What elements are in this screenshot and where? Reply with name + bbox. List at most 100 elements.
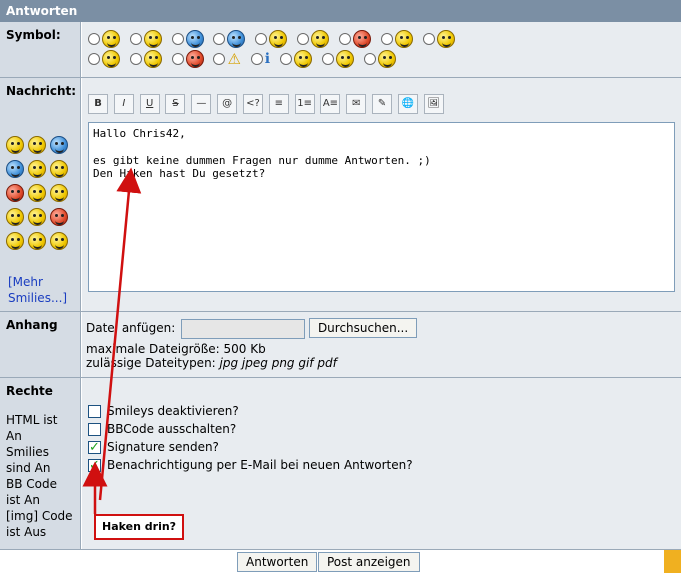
tongue-icon[interactable]: [27, 183, 46, 202]
symbol-option[interactable]: [321, 50, 354, 68]
symbol-label-cell: Symbol:: [0, 22, 81, 77]
pen-button[interactable]: ✎: [372, 94, 393, 114]
allowed-types: zulässige Dateitypen: jpg jpeg png gif p…: [86, 356, 337, 370]
submit-button[interactable]: Antworten: [237, 552, 318, 572]
symbol-option[interactable]: [129, 50, 162, 68]
bold-button[interactable]: B: [88, 94, 108, 114]
symbol-options: ⚠ ℹ: [82, 22, 681, 77]
editor-toolbar: B I U S — @ <? ≡ 1≡ A≡ ✉ ✎ 🌐 🖼: [88, 94, 446, 114]
attachment-label: Anhang: [6, 318, 58, 332]
thumbs-down-icon[interactable]: [27, 231, 46, 250]
symbol-option[interactable]: [88, 30, 120, 48]
shocked-icon: [394, 30, 413, 48]
checkbox[interactable]: [88, 457, 101, 475]
option-disable-smilies[interactable]: Smileys deaktivieren?: [88, 402, 675, 420]
message-line: es gibt keine dummen Fragen nur dumme An…: [93, 154, 431, 167]
bottom-bar: Antworten Post anzeigen: [0, 550, 681, 573]
browse-button[interactable]: Durchsuchen...: [308, 318, 418, 338]
warning-icon: ⚠: [227, 50, 241, 68]
message-textarea[interactable]: Hallo Chris42, es gibt keine dummen Frage…: [88, 122, 675, 292]
permissions-row: Rechte HTML ist An Smilies sind An BB Code is…: [0, 378, 681, 550]
sad-icon[interactable]: [49, 135, 68, 154]
symbol-option[interactable]: [279, 50, 312, 68]
preview-button[interactable]: Post anzeigen: [318, 552, 420, 572]
attachment-label-cell: Anhang: [0, 312, 81, 377]
ordered-list-button[interactable]: 1≡: [294, 94, 315, 114]
smile-icon[interactable]: [6, 135, 24, 154]
message-label: Nachricht:: [6, 84, 77, 98]
attachment-content: Datei anfügen: Durchsuchen... maximale D…: [82, 312, 681, 377]
rolleyes-icon[interactable]: [6, 207, 24, 226]
symbol-option[interactable]: [422, 30, 455, 48]
message-line: Den Haken hast Du gesetzt?: [93, 167, 266, 180]
thumbs-down-icon: [377, 50, 396, 68]
permissions-label: Rechte: [6, 384, 53, 398]
cool-icon: [311, 30, 330, 48]
embarrassed-icon[interactable]: [6, 183, 24, 202]
list-button[interactable]: ≡: [268, 94, 289, 114]
info-icon: ℹ: [264, 51, 271, 67]
mad-icon[interactable]: [49, 207, 68, 226]
symbol-option[interactable]: [171, 50, 204, 68]
grin-icon: [143, 30, 162, 48]
symbol-option[interactable]: [129, 30, 162, 48]
checkbox[interactable]: [88, 423, 101, 436]
cool-icon[interactable]: [49, 159, 68, 178]
url-button[interactable]: @: [217, 94, 238, 114]
mad-icon: [185, 50, 204, 68]
frown-icon[interactable]: [27, 207, 46, 226]
italic-button[interactable]: I: [113, 94, 134, 114]
checkbox[interactable]: [88, 439, 101, 457]
grin-icon[interactable]: [27, 135, 46, 154]
smile-icon: [102, 30, 120, 48]
question-icon: [293, 50, 312, 68]
symbol-label: Symbol:: [6, 28, 61, 42]
wink-icon: [269, 30, 288, 48]
file-input[interactable]: [181, 318, 306, 339]
symbol-option[interactable]: [255, 30, 288, 48]
attachment-row: Anhang Datei anfügen: Durchsuchen... max…: [0, 312, 681, 378]
surprised-icon: [227, 30, 246, 48]
message-line: Hallo Chris42,: [93, 127, 186, 140]
message-row: Nachricht: [Mehr Smilies...] B I U S — @…: [0, 78, 681, 312]
message-editor: B I U S — @ <? ≡ 1≡ A≡ ✉ ✎ 🌐 🖼 Hallo Chr…: [82, 78, 681, 311]
underline-button[interactable]: U: [139, 94, 160, 114]
surprised-icon[interactable]: [6, 159, 24, 178]
resize-corner-icon: [664, 550, 681, 573]
option-signature[interactable]: Signature senden?: [88, 438, 675, 457]
symbol-option[interactable]: [338, 30, 371, 48]
alpha-list-button[interactable]: A≡: [320, 94, 341, 114]
question-icon[interactable]: [49, 231, 68, 250]
image-button[interactable]: 🖼: [423, 94, 444, 114]
tongue-icon: [436, 30, 455, 48]
file-label: Datei anfügen:: [86, 321, 176, 335]
thumbs-up-icon: [335, 50, 354, 68]
symbol-option[interactable]: [363, 50, 396, 68]
wink-icon[interactable]: [27, 159, 46, 178]
symbol-option[interactable]: [88, 50, 120, 68]
symbol-option[interactable]: [297, 30, 330, 48]
option-email-notify[interactable]: Benachrichtigung per E-Mail bei neuen An…: [88, 456, 675, 475]
hr-button[interactable]: —: [191, 94, 212, 114]
email-button[interactable]: ✉: [346, 94, 367, 114]
symbol-option[interactable]: [380, 30, 413, 48]
option-disable-bbcode[interactable]: BBCode ausschalten?: [88, 420, 675, 438]
permissions-info: HTML ist An Smilies sind An BB Code ist An [im…: [6, 413, 73, 539]
annotation-box: Haken drin?: [94, 514, 185, 540]
permissions-label-cell: Rechte HTML ist An Smilies sind An BB Code is…: [0, 378, 81, 549]
permissions-options: Smileys deaktivieren? BBCode ausschalten…: [82, 378, 681, 549]
thumbs-up-icon[interactable]: [6, 231, 24, 250]
max-size: maximale Dateigröße: 500 Kb: [86, 342, 266, 356]
symbol-option[interactable]: [171, 30, 204, 48]
more-smilies-link[interactable]: [Mehr Smilies...]: [8, 274, 74, 306]
php-button[interactable]: <?: [242, 94, 263, 114]
globe-button[interactable]: 🌐: [397, 94, 418, 114]
checkbox[interactable]: [88, 405, 101, 418]
symbol-option[interactable]: ℹ: [250, 51, 271, 67]
symbol-option[interactable]: ⚠: [213, 50, 241, 68]
rolleyes-icon: [102, 50, 120, 68]
strike-button[interactable]: S: [165, 94, 186, 114]
sad-icon: [185, 30, 204, 48]
symbol-option[interactable]: [213, 30, 246, 48]
shocked-icon[interactable]: [49, 183, 68, 202]
